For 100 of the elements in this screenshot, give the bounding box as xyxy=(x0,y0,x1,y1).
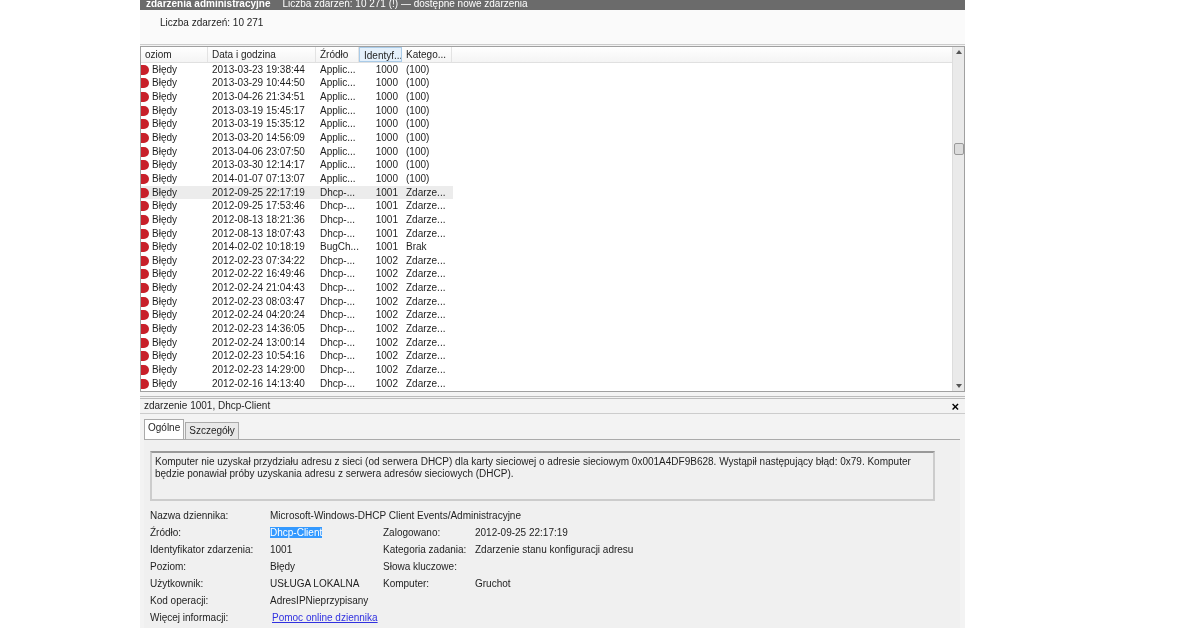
error-icon xyxy=(141,228,149,239)
table-cell-text: Applic... xyxy=(319,104,357,117)
error-icon xyxy=(141,105,149,116)
error-icon xyxy=(141,160,149,171)
error-icon xyxy=(141,337,149,348)
table-cell-text: Dhcp-... xyxy=(319,295,356,308)
table-cell-text: 2013-03-29 10:44:50 xyxy=(211,77,306,90)
table-cell: Błędy xyxy=(152,104,177,117)
property-label: Identyfikator zdarzenia: xyxy=(150,544,255,556)
table-cell-text: Dhcp-... xyxy=(319,200,356,213)
table-cell-text: 1002 xyxy=(374,363,399,376)
close-button[interactable]: × xyxy=(951,399,959,413)
table-cell-text: Applic... xyxy=(319,63,357,76)
table-cell-text: 2012-02-24 21:04:43 xyxy=(211,282,306,295)
table-cell: Błędy xyxy=(152,118,177,131)
table-cell-text: 1000 xyxy=(374,118,399,131)
property-label: Komputer: xyxy=(383,578,431,590)
table-cell-text: 2013-03-20 14:56:09 xyxy=(211,132,306,144)
table-cell-text: Applic... xyxy=(319,91,357,104)
table-cell-text: 1000 xyxy=(374,132,399,144)
table-cell: Błędy xyxy=(152,145,177,158)
table-cell-text: Zdarze... xyxy=(405,309,447,322)
table-cell-text: 2012-09-25 22:17:19 xyxy=(211,186,306,199)
table-cell-text: 1000 xyxy=(374,104,399,117)
column-header[interactable]: Katego... xyxy=(402,47,452,62)
table-cell-text: 1002 xyxy=(374,377,399,390)
table-cell-text: 1000 xyxy=(374,63,399,76)
table-cell-text: 2013-04-26 21:34:51 xyxy=(211,91,306,104)
table-cell: Błędy xyxy=(152,172,177,185)
scroll-down-icon[interactable] xyxy=(955,384,962,388)
property-label: Więcej informacji: xyxy=(150,612,230,624)
table-cell: Błędy xyxy=(152,77,177,90)
tab[interactable]: Szczegóły xyxy=(185,422,239,439)
table-cell-text: 2013-04-06 23:07:50 xyxy=(211,145,306,158)
error-icon xyxy=(141,242,149,253)
table-cell-text: BugCh... xyxy=(319,241,359,254)
table-cell: Błędy xyxy=(152,350,177,363)
property-label: Kategoria zadania: xyxy=(383,544,468,556)
error-icon xyxy=(141,64,149,75)
error-icon xyxy=(141,133,149,143)
table-cell: Błędy xyxy=(152,309,177,322)
table-cell-text: Dhcp-... xyxy=(319,268,356,281)
table-cell: Błędy xyxy=(152,323,177,335)
table-cell-text: 2012-09-25 17:53:46 xyxy=(211,200,306,213)
table-cell-text: Zdarze... xyxy=(405,363,447,376)
event-count: Liczba zdarzeń: 10 271 xyxy=(160,17,264,28)
table-cell-text: Dhcp-... xyxy=(319,213,356,226)
table-cell-text: Applic... xyxy=(319,77,357,90)
table-cell-text: (100) xyxy=(405,159,431,172)
table-cell-text: Zdarze... xyxy=(405,254,447,267)
table-cell-text: Dhcp-... xyxy=(319,254,356,267)
error-icon xyxy=(141,201,149,212)
error-icon xyxy=(141,324,149,334)
table-cell-text: 2013-03-30 12:14:17 xyxy=(211,159,306,172)
help-link[interactable]: Pomoc online dziennika xyxy=(272,612,378,623)
column-header[interactable]: Identyf... xyxy=(359,47,402,62)
table-cell-text: 2012-02-23 08:03:47 xyxy=(211,295,306,308)
error-icon xyxy=(141,187,149,198)
table-cell-text: 2013-03-19 15:45:17 xyxy=(211,104,306,117)
table-cell-text: Dhcp-... xyxy=(319,186,356,199)
selected-row-highlight[interactable]: Błędy 2012-09-25 22:17:19 Dhcp-... 1001 Zdarze... xyxy=(141,185,453,200)
table-cell: Błędy xyxy=(152,213,177,226)
error-icon xyxy=(141,296,149,307)
table-cell-text: (100) xyxy=(405,132,431,144)
scroll-up-icon[interactable] xyxy=(955,50,962,54)
property-value: USŁUGA LOKALNA xyxy=(270,578,360,589)
table-cell-text: 1002 xyxy=(374,282,399,295)
property-value: Błędy xyxy=(270,561,295,572)
error-icon xyxy=(141,78,149,89)
column-header[interactable]: Data i godzina xyxy=(208,47,316,62)
table-cell: Błędy xyxy=(152,200,177,213)
table-cell-text: Zdarze... xyxy=(405,268,447,281)
table-cell: Błędy xyxy=(152,186,177,199)
table-cell-text: 1002 xyxy=(374,268,399,281)
error-icon xyxy=(141,269,149,280)
table-cell: Błędy xyxy=(152,336,177,349)
table-cell-text: 2013-03-23 19:38:44 xyxy=(211,63,306,76)
table-cell: Błędy xyxy=(152,282,177,295)
description-box: Komputer nie uzyskał przydziału adresu z sieci (od serwera DHCP) dla karty sieciowej o adresie sieciowym 0x001A4DF9B628. Wystąpił następujący błąd: 0x79. Komputer będzie ponawiał próby uzyskania adresu z serwera adresów sieciowych (DHCP). xyxy=(150,451,935,501)
error-icon xyxy=(141,283,149,294)
property-value: 2012-09-25 22:17:19 xyxy=(475,527,568,538)
table-cell-text: 1001 xyxy=(374,186,399,199)
table-cell-text: 2012-02-23 14:29:00 xyxy=(211,363,306,376)
tab[interactable]: Ogólne xyxy=(144,419,185,439)
property-value: 1001 xyxy=(270,544,293,555)
table-cell-text: 2012-08-13 18:21:36 xyxy=(211,213,306,226)
table-cell: Błędy xyxy=(152,268,177,281)
table-cell-text: Zdarze... xyxy=(405,282,447,295)
table-cell-text: Zdarze... xyxy=(405,227,447,240)
table-cell-text: Zdarze... xyxy=(405,350,447,363)
table-cell-text: (100) xyxy=(405,145,431,158)
table-cell-text: Applic... xyxy=(319,145,357,158)
table-cell: Błędy xyxy=(152,241,177,254)
table-cell-text: Zdarze... xyxy=(405,213,447,226)
window-title: zdarzenia administracyjne xyxy=(146,0,271,10)
table-cell-text: Dhcp-... xyxy=(319,323,356,335)
table-cell-text: Zdarze... xyxy=(405,377,447,390)
scrollbar-thumb[interactable] xyxy=(953,143,964,155)
column-header[interactable]: oziom xyxy=(141,47,208,62)
table-cell-text: 1002 xyxy=(374,254,399,267)
